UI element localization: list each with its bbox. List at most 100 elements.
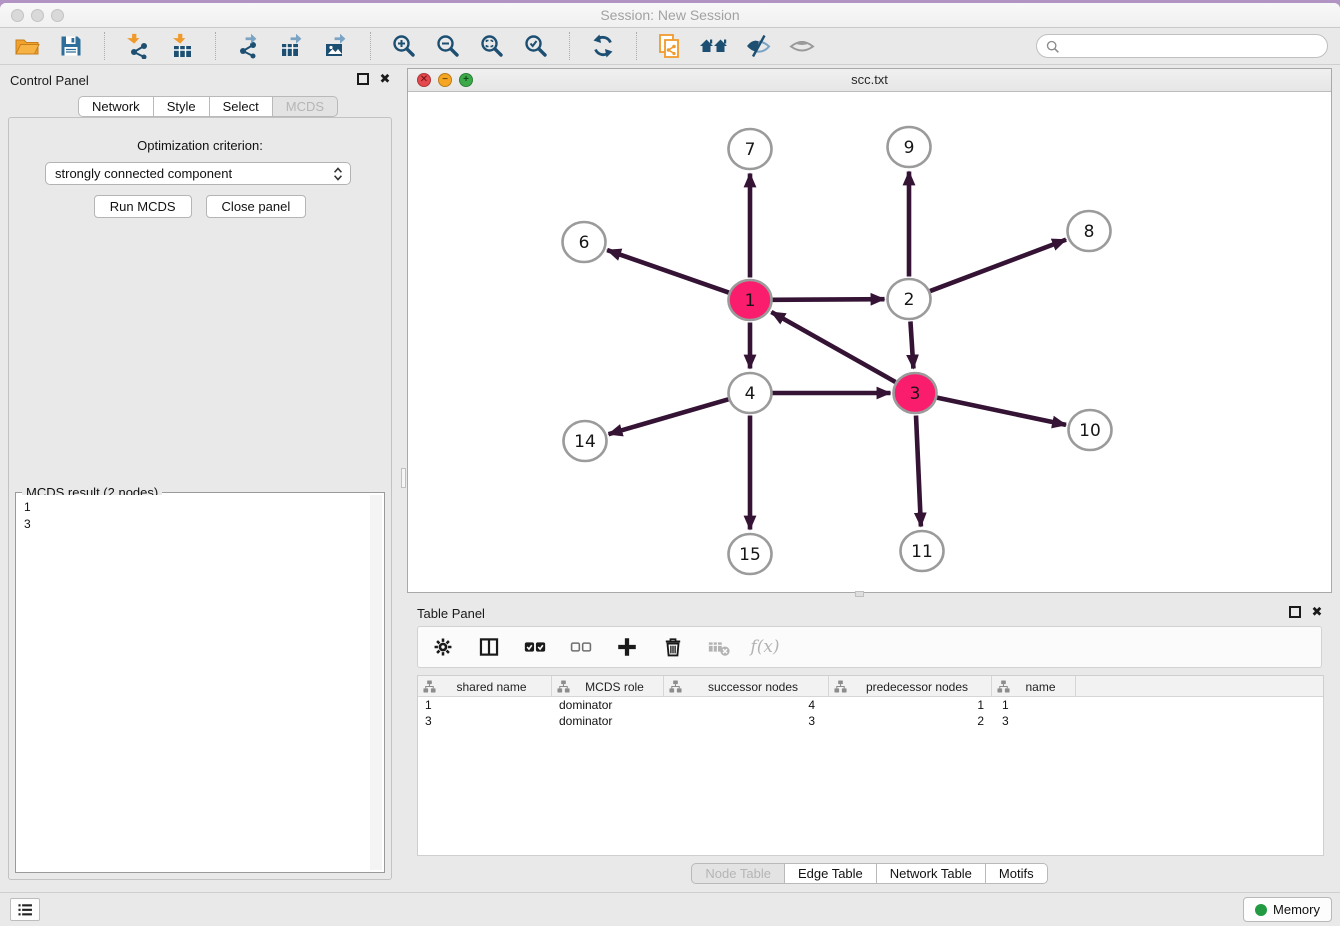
network-close-button[interactable]: ✕: [417, 73, 431, 87]
table-cell[interactable]: dominator: [552, 713, 664, 729]
column-type-icon: [669, 680, 682, 693]
tab-edge-table[interactable]: Edge Table: [785, 863, 877, 884]
edge-3-11[interactable]: [916, 415, 921, 526]
table-cell[interactable]: dominator: [552, 697, 664, 713]
splitter-grip[interactable]: [401, 468, 406, 488]
tab-style[interactable]: Style: [154, 96, 210, 117]
table-settings-button[interactable]: [430, 634, 456, 660]
column-header-predecessor-nodes[interactable]: predecessor nodes: [829, 676, 992, 697]
edge-2-8[interactable]: [930, 240, 1066, 291]
tab-network[interactable]: Network: [78, 96, 154, 117]
float-table-panel-icon[interactable]: [1289, 606, 1301, 618]
edge-1-6[interactable]: [607, 250, 729, 292]
save-icon: [58, 33, 84, 59]
deselect-all-button[interactable]: [568, 634, 594, 660]
function-builder-button[interactable]: f(x): [752, 634, 778, 660]
save-session-button[interactable]: [56, 31, 86, 61]
mcds-result-scrollbar[interactable]: [370, 495, 382, 870]
export-network-button[interactable]: [234, 31, 264, 61]
vertical-splitter[interactable]: [400, 65, 407, 892]
search-input[interactable]: [1064, 39, 1319, 54]
svg-text:15: 15: [739, 545, 761, 565]
import-table-button[interactable]: [167, 31, 197, 61]
node-1[interactable]: 1: [729, 280, 772, 320]
zoom-fit-button[interactable]: [477, 31, 507, 61]
tab-motifs[interactable]: Motifs: [986, 863, 1048, 884]
close-table-panel-icon[interactable]: ✖: [1310, 605, 1324, 619]
close-panel-button[interactable]: Close panel: [206, 195, 307, 218]
node-9[interactable]: 9: [888, 127, 931, 167]
network-canvas[interactable]: 7 9 6 8 1 2 4 3 14 10 15 11: [408, 92, 1331, 592]
table-cell[interactable]: 3: [664, 713, 829, 729]
node-10[interactable]: 10: [1069, 410, 1112, 450]
edge-2-3[interactable]: [910, 321, 913, 368]
node-8[interactable]: 8: [1068, 211, 1111, 251]
column-header-shared-name[interactable]: shared name: [418, 676, 552, 697]
table-cell[interactable]: 1: [418, 697, 552, 713]
zoom-in-button[interactable]: [389, 31, 419, 61]
tab-select[interactable]: Select: [210, 96, 273, 117]
close-window-button[interactable]: [11, 9, 24, 22]
edge-3-10[interactable]: [937, 398, 1066, 425]
open-file-button[interactable]: [12, 31, 42, 61]
table-cell[interactable]: 4: [664, 697, 829, 713]
node-7[interactable]: 7: [729, 129, 772, 169]
node-3[interactable]: 3: [894, 373, 937, 413]
node-11[interactable]: 11: [901, 531, 944, 571]
tab-network-table[interactable]: Network Table: [877, 863, 986, 884]
node-2[interactable]: 2: [888, 279, 931, 319]
zoom-out-button[interactable]: [433, 31, 463, 61]
criterion-select[interactable]: strongly connected component: [45, 162, 351, 185]
memory-button[interactable]: Memory: [1243, 897, 1332, 922]
show-columns-button[interactable]: [476, 634, 502, 660]
edge-4-14[interactable]: [609, 399, 729, 434]
float-panel-icon[interactable]: [357, 73, 369, 85]
zoom-selected-button[interactable]: [521, 31, 551, 61]
network-graph[interactable]: 7 9 6 8 1 2 4 3 14 10 15 11: [408, 92, 1331, 592]
column-header-successor-nodes[interactable]: successor nodes: [664, 676, 829, 697]
svg-text:11: 11: [911, 542, 933, 562]
network-minimize-button[interactable]: −: [438, 73, 452, 87]
hide-details-button[interactable]: [743, 31, 773, 61]
edge-3-1[interactable]: [771, 312, 895, 382]
network-zoom-button[interactable]: +: [459, 73, 473, 87]
table-cell[interactable]: 3: [418, 713, 552, 729]
clone-network-button[interactable]: [655, 31, 685, 61]
table-cell[interactable]: 3: [992, 713, 1076, 729]
memory-label: Memory: [1273, 902, 1320, 917]
node-4[interactable]: 4: [729, 373, 772, 413]
first-neighbors-button[interactable]: [699, 31, 729, 61]
refresh-button[interactable]: [588, 31, 618, 61]
maximize-window-button[interactable]: [51, 9, 64, 22]
node-14[interactable]: 14: [564, 421, 607, 461]
add-column-button[interactable]: [614, 634, 640, 660]
minimize-window-button[interactable]: [31, 9, 44, 22]
show-hidden-button[interactable]: [787, 31, 817, 61]
node-15[interactable]: 15: [729, 534, 772, 574]
column-header-MCDS-role[interactable]: MCDS role: [552, 676, 664, 697]
export-image-button[interactable]: [322, 31, 352, 61]
column-header-name[interactable]: name: [992, 676, 1076, 697]
select-all-button[interactable]: [522, 634, 548, 660]
task-history-button[interactable]: [10, 898, 40, 921]
node-6[interactable]: 6: [563, 222, 606, 262]
horizontal-splitter-grip[interactable]: [855, 591, 864, 597]
tab-node-table[interactable]: Node Table: [691, 863, 785, 884]
table-cell[interactable]: 2: [829, 713, 992, 729]
run-mcds-button[interactable]: Run MCDS: [94, 195, 192, 218]
export-table-icon: [280, 33, 306, 59]
import-network-button[interactable]: [123, 31, 153, 61]
close-panel-icon[interactable]: ✖: [378, 72, 392, 86]
table-cell[interactable]: 1: [829, 697, 992, 713]
edge-1-2[interactable]: [772, 299, 884, 300]
delete-column-button[interactable]: [706, 634, 732, 660]
delete-row-button[interactable]: [660, 634, 686, 660]
window-titlebar: Session: New Session: [0, 3, 1340, 28]
toolbar-separator: [569, 32, 570, 60]
column-type-icon: [557, 680, 570, 693]
tab-mcds[interactable]: MCDS: [273, 96, 338, 117]
table-row[interactable]: 3dominator323: [418, 713, 1323, 729]
table-row[interactable]: 1dominator411: [418, 697, 1323, 713]
table-cell[interactable]: 1: [992, 697, 1076, 713]
export-table-button[interactable]: [278, 31, 308, 61]
